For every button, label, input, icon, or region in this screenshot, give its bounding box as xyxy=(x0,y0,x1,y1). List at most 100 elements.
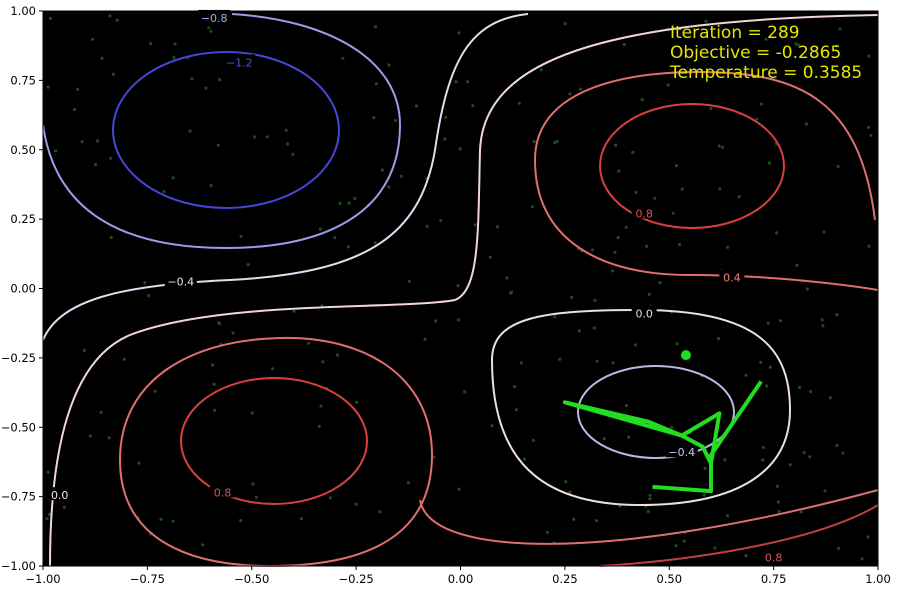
background-dot xyxy=(532,140,536,144)
background-dot xyxy=(333,236,337,240)
background-dot xyxy=(838,27,842,31)
background-dot xyxy=(611,269,615,273)
objective-text: Objective = -0.2865 xyxy=(670,43,841,63)
y-tick-label: 0.75 xyxy=(10,73,36,87)
background-dot xyxy=(666,83,670,87)
contour-label: −0.8 xyxy=(201,12,228,25)
background-dot xyxy=(820,318,824,322)
background-dot xyxy=(108,14,112,18)
background-dot xyxy=(737,195,741,199)
background-dot xyxy=(190,77,194,81)
y-tick-label: 0.25 xyxy=(10,212,36,226)
background-dot xyxy=(723,458,727,462)
background-dot xyxy=(251,482,255,486)
x-tick-label: −0.25 xyxy=(339,572,374,586)
background-dot xyxy=(622,42,626,47)
background-dot xyxy=(545,530,550,534)
background-dot xyxy=(613,250,617,254)
background-dot xyxy=(725,514,730,518)
background-dot xyxy=(808,390,813,394)
background-dot xyxy=(572,517,576,522)
background-dot xyxy=(147,294,151,298)
background-dot xyxy=(658,281,662,285)
current-point xyxy=(680,350,691,361)
background-dot xyxy=(46,470,50,474)
background-dot xyxy=(624,225,628,229)
background-dot xyxy=(675,342,679,346)
background-dot xyxy=(674,544,678,548)
background-dot xyxy=(799,510,803,514)
y-tick-label: 1.00 xyxy=(10,4,36,18)
y-tick-label: −0.50 xyxy=(1,420,36,434)
background-dot xyxy=(321,360,325,364)
background-dot xyxy=(837,546,841,551)
background-dot xyxy=(239,518,243,523)
background-dot xyxy=(590,248,595,252)
background-dot xyxy=(570,295,574,299)
background-dot xyxy=(250,411,254,415)
background-dot xyxy=(209,183,213,188)
background-dot xyxy=(495,225,500,229)
background-dot xyxy=(759,360,763,364)
background-dot xyxy=(767,161,772,165)
background-dot xyxy=(425,224,429,228)
x-tick-label: 0.25 xyxy=(552,572,578,586)
background-dot xyxy=(292,309,296,313)
y-tick-label: −1.00 xyxy=(1,559,36,573)
background-dot xyxy=(717,144,721,148)
background-dot xyxy=(802,451,806,455)
background-dot xyxy=(457,31,461,35)
background-dot xyxy=(640,98,644,102)
background-dot xyxy=(246,263,250,267)
background-dot xyxy=(579,87,583,91)
background-dot xyxy=(555,140,559,144)
x-tick-label: 0.00 xyxy=(448,572,474,586)
background-dot xyxy=(836,164,840,169)
contour-chart: −0.8 −1.2 −0.4 0.0 0.4 0.8 0.8 0.0 −0.4 0.8 −1.00… xyxy=(0,0,898,590)
background-dot xyxy=(93,163,98,167)
background-dot xyxy=(647,292,651,296)
background-dot xyxy=(72,107,77,112)
contour-label: 0.8 xyxy=(214,486,232,499)
background-dot xyxy=(239,234,243,239)
background-dot xyxy=(307,341,311,345)
x-tick-label: −0.75 xyxy=(130,572,165,586)
background-dot xyxy=(171,176,175,180)
background-dot xyxy=(107,436,111,440)
background-dot xyxy=(823,489,827,493)
background-dot xyxy=(188,129,192,133)
background-dot xyxy=(822,230,826,234)
background-dot xyxy=(744,373,748,377)
background-dot xyxy=(646,510,650,514)
background-dot xyxy=(387,63,391,67)
background-dot xyxy=(209,29,213,33)
background-dot xyxy=(444,115,448,119)
background-dot xyxy=(115,18,119,22)
background-dot xyxy=(443,137,447,141)
background-dot xyxy=(563,22,567,26)
background-dot xyxy=(616,235,620,240)
background-dot xyxy=(466,80,470,84)
background-dot xyxy=(564,480,568,484)
background-dot xyxy=(866,535,870,539)
background-dot xyxy=(456,284,460,288)
background-dot xyxy=(761,458,765,462)
background-dot xyxy=(867,244,871,248)
background-dot xyxy=(284,128,288,132)
background-dot xyxy=(354,400,359,404)
background-dot xyxy=(592,326,596,330)
x-tick-label: −0.50 xyxy=(234,572,269,586)
background-dot xyxy=(517,101,521,105)
background-dot xyxy=(317,424,321,428)
background-dot xyxy=(407,279,411,283)
background-dot xyxy=(713,546,717,550)
background-dot xyxy=(99,410,103,414)
background-dot xyxy=(726,245,730,249)
background-dot xyxy=(709,107,713,111)
background-dot xyxy=(759,102,764,106)
background-dot xyxy=(720,145,725,149)
background-dot xyxy=(171,519,175,523)
y-tick-label: −0.25 xyxy=(1,351,36,365)
background-dot xyxy=(821,324,825,328)
background-dot xyxy=(509,290,513,294)
